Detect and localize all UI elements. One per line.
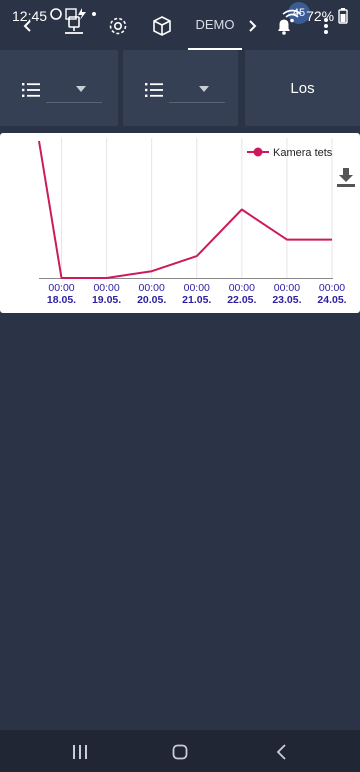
x-tick-date-label: 23.05. bbox=[272, 294, 301, 306]
recent-apps-button[interactable] bbox=[68, 740, 92, 764]
gear-icon bbox=[109, 17, 127, 35]
dropdown-arrow-icon bbox=[76, 86, 86, 92]
x-tick-date-label: 19.05. bbox=[92, 294, 121, 306]
x-tick-date-label: 22.05. bbox=[227, 294, 256, 306]
cube-icon bbox=[153, 16, 171, 36]
selector-card-1[interactable] bbox=[0, 50, 118, 126]
legend-marker bbox=[253, 147, 263, 157]
recent-apps-icon bbox=[73, 745, 87, 759]
x-tick-date-label: 24.05. bbox=[317, 294, 346, 306]
package-button[interactable] bbox=[148, 12, 176, 40]
list-icon bbox=[145, 83, 163, 97]
chart-card: 00:00 18.05. 00:00 19.05. 00:00 20.05. 00:00 21… bbox=[0, 133, 360, 313]
x-tick-time-label: 00:00 bbox=[274, 282, 300, 294]
x-tick-date-label: 21.05. bbox=[182, 294, 211, 306]
next-button[interactable] bbox=[238, 12, 266, 40]
home-icon bbox=[172, 744, 188, 760]
bell-icon bbox=[278, 19, 290, 35]
network-button[interactable] bbox=[60, 12, 88, 40]
x-tick-time-label: 00:00 bbox=[184, 282, 210, 294]
filter-controls: Los bbox=[0, 48, 360, 128]
download-icon[interactable] bbox=[336, 167, 356, 189]
chevron-right-icon bbox=[249, 20, 257, 32]
home-button[interactable] bbox=[168, 740, 192, 764]
x-tick-date-label: 18.05. bbox=[47, 294, 76, 306]
system-back-button[interactable] bbox=[270, 740, 294, 764]
back-button[interactable] bbox=[14, 12, 42, 40]
settings-button[interactable] bbox=[104, 12, 132, 40]
notifications-button[interactable] bbox=[270, 12, 298, 40]
selector-underline bbox=[46, 102, 102, 103]
los-label: Los bbox=[290, 80, 315, 97]
los-button[interactable]: Los bbox=[245, 50, 360, 126]
line-chart: 00:0018.05.00:0019.05.00:0020.05.00:0021… bbox=[38, 138, 347, 306]
selector-underline bbox=[169, 102, 225, 103]
legend-label: Kamera tets bbox=[273, 147, 333, 159]
series-line-kamera-tets bbox=[38, 140, 332, 279]
more-vertical-icon bbox=[324, 18, 328, 34]
x-tick-time-label: 00:00 bbox=[48, 282, 74, 294]
x-tick-time-label: 00:00 bbox=[139, 282, 165, 294]
more-options-button[interactable] bbox=[312, 12, 340, 40]
x-tick-time-label: 00:00 bbox=[229, 282, 255, 294]
dropdown-arrow-icon bbox=[199, 86, 209, 92]
network-device-icon bbox=[65, 16, 83, 34]
back-arrow-icon bbox=[276, 744, 286, 760]
chevron-left-icon bbox=[23, 20, 31, 32]
x-tick-date-label: 20.05. bbox=[137, 294, 166, 306]
system-navigation-bar bbox=[0, 730, 360, 772]
app-toolbar: DEMO bbox=[0, 8, 360, 50]
x-tick-time-label: 00:00 bbox=[319, 282, 345, 294]
tab-demo[interactable]: DEMO bbox=[188, 8, 242, 50]
list-icon bbox=[22, 83, 40, 97]
selector-card-2[interactable] bbox=[123, 50, 238, 126]
x-tick-time-label: 00:00 bbox=[93, 282, 119, 294]
